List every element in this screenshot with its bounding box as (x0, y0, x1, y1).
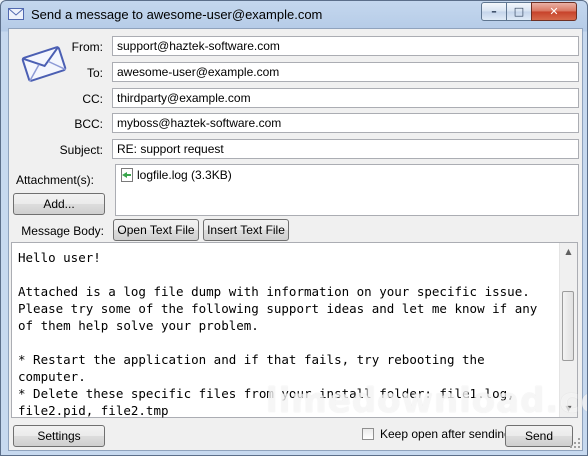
maximize-button[interactable]: □ (506, 2, 532, 21)
from-field[interactable]: support@haztek-software.com (112, 36, 579, 56)
subject-label: Subject: (59, 143, 103, 157)
window-title: Send a message to awesome-user@example.c… (31, 7, 323, 22)
title-bar[interactable]: Send a message to awesome-user@example.c… (1, 1, 587, 28)
message-body-text[interactable]: Hello user! Attached is a log file dump … (18, 249, 553, 419)
cc-field[interactable]: thirdparty@example.com (112, 88, 579, 108)
resize-grip-icon[interactable] (569, 437, 581, 449)
message-body-label: Message Body: (21, 224, 104, 238)
scrollbar-thumb[interactable] (562, 291, 574, 361)
open-text-file-button[interactable]: Open Text File (113, 219, 199, 241)
bcc-field[interactable]: myboss@haztek-software.com (112, 113, 579, 133)
message-body-textarea[interactable]: Hello user! Attached is a log file dump … (11, 242, 578, 418)
scroll-up-icon[interactable]: ▲ (560, 243, 577, 260)
scroll-down-icon[interactable]: ▼ (560, 400, 577, 417)
vertical-scrollbar[interactable]: ▲ ▼ (559, 243, 577, 417)
add-attachment-button[interactable]: Add... (13, 193, 105, 215)
settings-button[interactable]: Settings (13, 425, 105, 447)
to-label: To: (86, 66, 103, 80)
cc-label: CC: (82, 92, 103, 106)
log-file-icon (121, 168, 133, 182)
subject-field[interactable]: RE: support request (112, 139, 579, 159)
attachments-label: Attachment(s): (15, 173, 94, 187)
attachments-list[interactable]: logfile.log (3.3KB) (115, 164, 579, 216)
attachment-item[interactable]: logfile.log (3.3KB) (120, 168, 232, 182)
attachment-name: logfile.log (3.3KB) (137, 168, 232, 182)
send-button[interactable]: Send (505, 425, 573, 447)
send-message-window: Send a message to awesome-user@example.c… (0, 0, 588, 456)
insert-text-file-button[interactable]: Insert Text File (203, 219, 289, 241)
envelope-icon (8, 8, 24, 20)
keep-open-checkbox[interactable] (362, 428, 374, 440)
bcc-label: BCC: (74, 117, 103, 131)
to-field[interactable]: awesome-user@example.com (112, 62, 579, 82)
keep-open-label[interactable]: Keep open after sending (380, 427, 511, 441)
close-button[interactable]: ✕ (531, 2, 577, 21)
minimize-button[interactable]: – (481, 2, 507, 21)
from-label: From: (71, 40, 103, 54)
client-area: From: support@haztek-software.com To: aw… (8, 28, 583, 451)
